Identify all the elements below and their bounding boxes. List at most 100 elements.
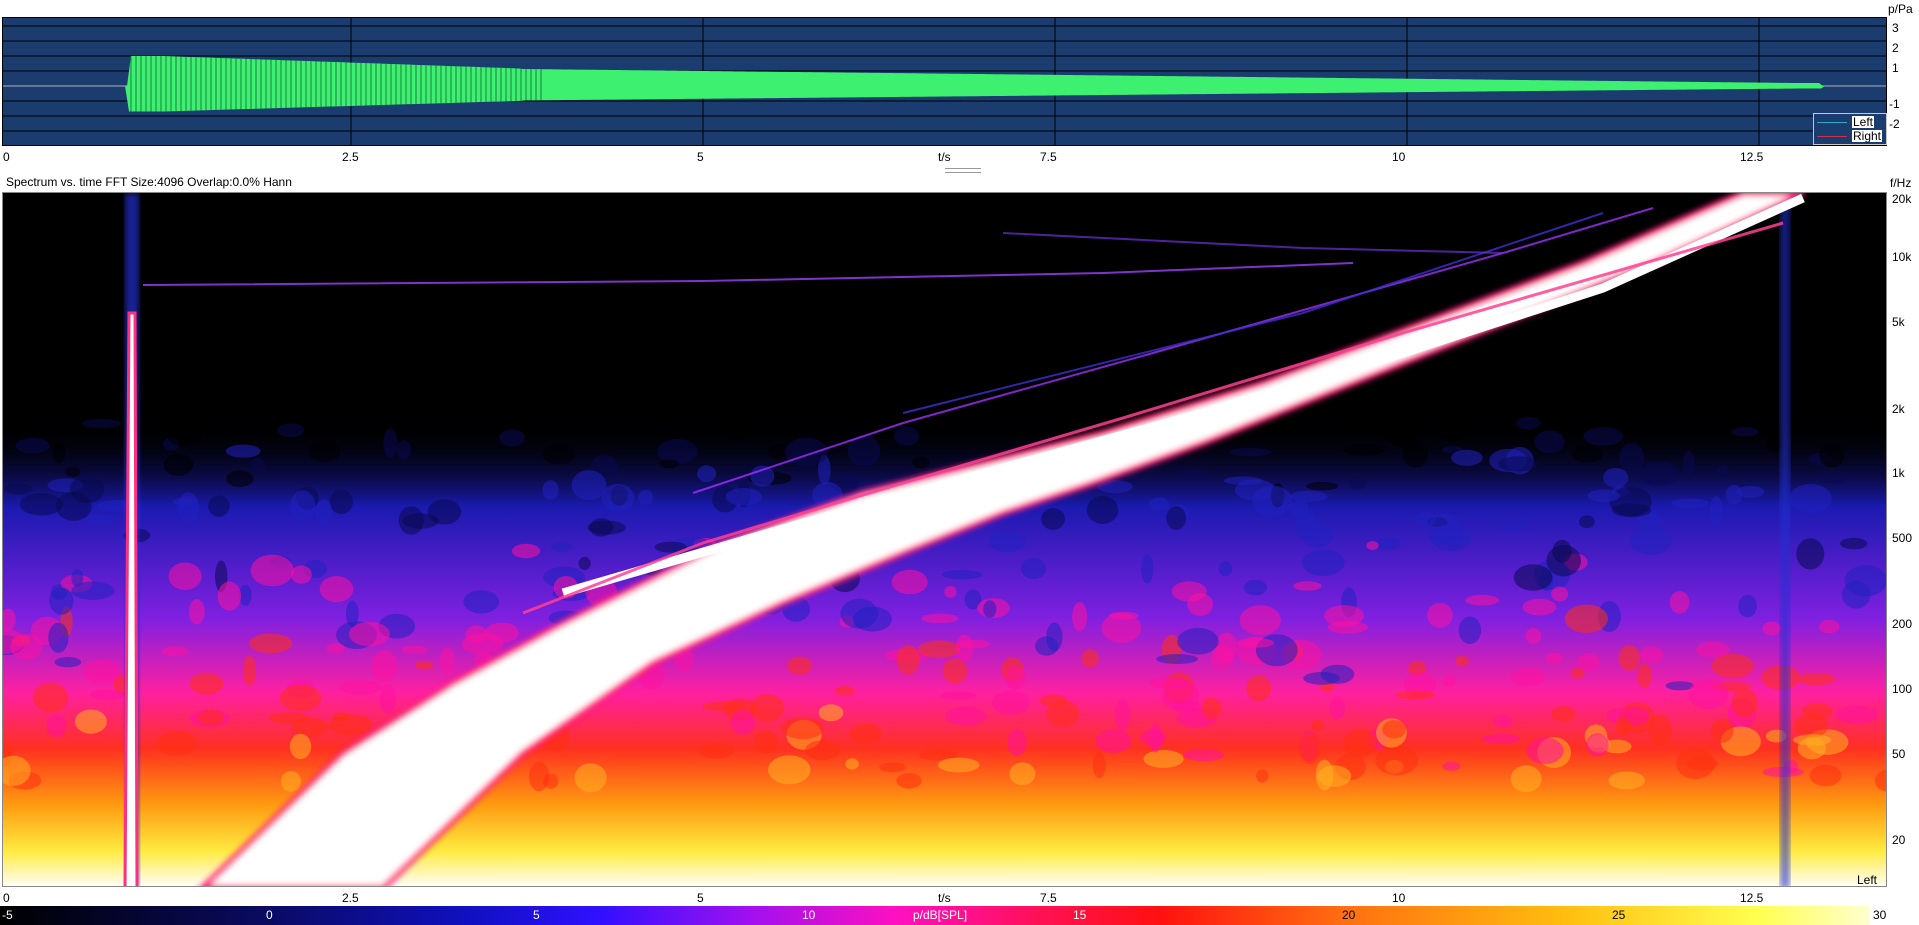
noise-blob bbox=[1797, 673, 1836, 686]
noise-blob bbox=[1396, 690, 1436, 700]
noise-blob bbox=[1009, 762, 1036, 786]
noise-blob bbox=[1343, 729, 1378, 758]
noise-blob bbox=[912, 456, 929, 469]
spectrogram-title: Spectrum vs. time FFT Size:4096 Overlap:… bbox=[6, 175, 292, 189]
noise-blob bbox=[1202, 697, 1222, 719]
colorbar-tick: 30 bbox=[1873, 908, 1887, 922]
noise-blob bbox=[1444, 428, 1462, 442]
noise-blob bbox=[1166, 506, 1187, 530]
noise-blob bbox=[1731, 427, 1759, 437]
noise-blob bbox=[65, 466, 81, 477]
noise-blob bbox=[74, 709, 107, 734]
spectrogram-y-tick: 1k bbox=[1892, 466, 1905, 480]
noise-blob bbox=[730, 710, 756, 735]
waveform-y-tick: 1 bbox=[1892, 61, 1899, 75]
noise-blob bbox=[896, 645, 920, 675]
noise-blob bbox=[1586, 733, 1609, 757]
noise-blob bbox=[329, 489, 353, 515]
noise-blob bbox=[1101, 613, 1142, 643]
noise-blob bbox=[1571, 444, 1603, 463]
noise-blob bbox=[1179, 469, 1211, 481]
noise-blob bbox=[983, 600, 997, 618]
panel-splitter-handle[interactable] bbox=[945, 168, 981, 173]
spectrogram-plot[interactable] bbox=[2, 192, 1887, 887]
noise-blob bbox=[571, 470, 607, 501]
noise-blob bbox=[578, 556, 591, 571]
waveform-y-tick: -2 bbox=[1889, 117, 1900, 131]
noise-blob bbox=[85, 514, 115, 526]
noise-blob bbox=[1686, 756, 1719, 771]
noise-blob bbox=[168, 562, 202, 591]
noise-blob bbox=[167, 428, 202, 447]
noise-blob bbox=[542, 480, 559, 500]
spectrogram-y-tick: 200 bbox=[1892, 617, 1913, 631]
noise-blob bbox=[1301, 549, 1345, 576]
noise-blob bbox=[659, 459, 679, 469]
noise-blob bbox=[945, 706, 987, 726]
waveform-x-tick: 12.5 bbox=[1740, 150, 1764, 164]
noise-blob bbox=[1648, 714, 1672, 746]
noise-blob bbox=[1465, 594, 1500, 606]
noise-blob bbox=[941, 570, 983, 580]
noise-blob bbox=[989, 531, 1026, 553]
noise-blob bbox=[225, 444, 261, 458]
waveform-y-tick: 2 bbox=[1892, 41, 1899, 55]
noise-blob bbox=[1570, 668, 1585, 679]
spectrogram-channel-label: Left bbox=[1857, 873, 1878, 887]
noise-blob bbox=[834, 685, 856, 696]
legend-entry-right: Right bbox=[1814, 129, 1886, 143]
noise-blob bbox=[1239, 605, 1281, 636]
spectrogram-x-tick: 12.5 bbox=[1740, 891, 1764, 905]
colorbar-tick: 15 bbox=[1073, 908, 1087, 922]
noise-blob bbox=[511, 543, 541, 559]
noise-blob bbox=[937, 757, 980, 773]
noise-blob bbox=[940, 691, 977, 700]
noise-blob bbox=[1710, 718, 1734, 743]
noise-blob bbox=[499, 429, 525, 447]
noise-blob bbox=[781, 717, 824, 740]
noise-blob bbox=[280, 770, 302, 792]
impulse-band-end bbox=[1780, 193, 1790, 886]
waveform-x-tick: 7.5 bbox=[1040, 150, 1057, 164]
spectrogram-y-tick: 20 bbox=[1892, 833, 1906, 847]
colorbar-tick: 5 bbox=[533, 908, 540, 922]
noise-blob bbox=[162, 646, 189, 657]
noise-blob bbox=[383, 428, 398, 458]
noise-blob bbox=[1311, 720, 1325, 732]
noise-blob bbox=[81, 419, 122, 429]
noise-blob bbox=[217, 581, 242, 611]
noise-blob bbox=[485, 622, 519, 643]
noise-blob bbox=[48, 622, 69, 653]
noise-blob bbox=[1603, 467, 1629, 488]
noise-blob bbox=[1349, 413, 1386, 434]
waveform-plot[interactable] bbox=[2, 17, 1887, 146]
noise-blob bbox=[1114, 699, 1131, 732]
noise-blob bbox=[1579, 515, 1595, 529]
spectrogram-y-tick: 50 bbox=[1892, 747, 1906, 761]
noise-blob bbox=[1612, 503, 1652, 518]
noise-blob bbox=[1382, 720, 1406, 739]
noise-blob bbox=[1327, 621, 1369, 634]
noise-blob bbox=[1177, 627, 1219, 655]
noise-blob bbox=[415, 660, 434, 670]
noise-blob bbox=[1819, 443, 1845, 468]
noise-blob bbox=[805, 740, 840, 761]
noise-blob bbox=[1256, 769, 1269, 783]
noise-blob bbox=[879, 762, 906, 773]
noise-blob bbox=[1516, 416, 1541, 430]
noise-blob bbox=[1148, 676, 1189, 689]
noise-blob bbox=[1427, 514, 1463, 544]
legend-label: Right bbox=[1852, 129, 1883, 143]
noise-blob bbox=[587, 520, 626, 535]
noise-blob bbox=[338, 680, 383, 695]
noise-blob bbox=[1458, 616, 1482, 645]
noise-blob bbox=[698, 743, 734, 759]
waveform-legend[interactable]: Left Right bbox=[1813, 113, 1887, 145]
noise-blob bbox=[315, 499, 333, 526]
noise-blob bbox=[157, 730, 198, 756]
noise-blob bbox=[1510, 765, 1542, 793]
noise-blob bbox=[268, 712, 309, 724]
noise-blob bbox=[242, 656, 257, 686]
noise-blob bbox=[1587, 489, 1620, 503]
noise-blob bbox=[440, 647, 455, 674]
